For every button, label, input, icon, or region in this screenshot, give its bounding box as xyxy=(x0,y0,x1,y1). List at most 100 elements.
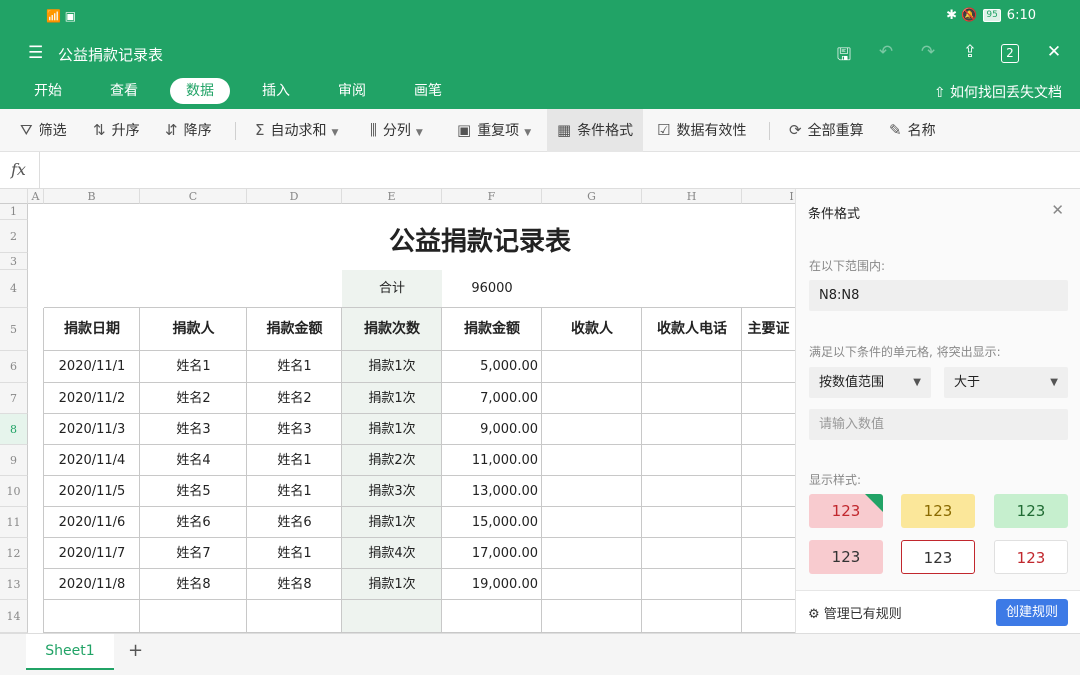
row-header[interactable]: 12 xyxy=(0,538,28,569)
name-button[interactable]: ✎ 名称 xyxy=(889,109,936,152)
add-sheet-button[interactable]: + xyxy=(128,640,143,661)
close-icon[interactable]: ✕ xyxy=(1043,42,1065,62)
autosum-button[interactable]: Σ 自动求和 ▼ xyxy=(255,109,338,152)
data-validation-button[interactable]: ☑ 数据有效性 xyxy=(657,109,746,152)
close-icon[interactable]: ✕ xyxy=(1051,201,1064,219)
spreadsheet-grid[interactable]: A B C D E F G H I 1 2 3 4 5 6 7 8 9 10 11 12 13 14 公益捐款记录表 合计 960… xyxy=(0,189,795,633)
manage-rules-button[interactable]: ⚙ 管理已有规则 xyxy=(808,603,902,622)
table-cell[interactable]: 7,000.00 xyxy=(442,383,542,414)
table-header[interactable]: 捐款金额 xyxy=(442,308,542,351)
row-header[interactable]: 10 xyxy=(0,476,28,507)
total-label[interactable]: 合计 xyxy=(342,270,442,308)
table-header[interactable]: 收款人电话 xyxy=(642,308,742,351)
row-header[interactable]: 2 xyxy=(0,220,28,253)
table-cell[interactable]: 捐款3次 xyxy=(342,476,442,507)
column-header[interactable]: E xyxy=(342,189,442,204)
redo-icon[interactable]: ↷ xyxy=(917,42,939,62)
conditional-format-button[interactable]: ▦ 条件格式 xyxy=(547,109,644,152)
style-swatch-red-fill[interactable]: 123 xyxy=(809,494,883,528)
table-cell[interactable]: 19,000.00 xyxy=(442,569,542,600)
table-cell[interactable]: 捐款1次 xyxy=(342,383,442,414)
table-header[interactable]: 主要证 xyxy=(742,308,795,351)
column-header[interactable]: G xyxy=(542,189,642,204)
condition-operator-select[interactable]: 大于 ▼ xyxy=(944,367,1068,398)
table-cell[interactable]: 姓名6 xyxy=(140,507,247,538)
table-cell[interactable]: 17,000.00 xyxy=(442,538,542,569)
table-cell[interactable]: 2020/11/3 xyxy=(44,414,140,445)
table-cell[interactable]: 姓名4 xyxy=(140,445,247,476)
table-cell[interactable]: 2020/11/4 xyxy=(44,445,140,476)
table-cell[interactable]: 9,000.00 xyxy=(442,414,542,445)
range-input[interactable]: N8:N8 xyxy=(809,280,1068,311)
table-cell[interactable]: 姓名2 xyxy=(247,383,342,414)
style-swatch-red-border[interactable]: 123 xyxy=(901,540,975,574)
style-swatch-green-fill[interactable]: 123 xyxy=(994,494,1068,528)
row-header[interactable]: 13 xyxy=(0,569,28,600)
row-header[interactable]: 11 xyxy=(0,507,28,538)
table-cell[interactable]: 姓名2 xyxy=(140,383,247,414)
tab-review[interactable]: 审阅 xyxy=(322,78,382,104)
column-header[interactable]: B xyxy=(44,189,140,204)
row-header[interactable]: 5 xyxy=(0,308,28,351)
table-cell[interactable]: 姓名3 xyxy=(247,414,342,445)
row-header[interactable]: 6 xyxy=(0,351,28,383)
create-rule-button[interactable]: 创建规则 xyxy=(996,599,1068,626)
table-cell[interactable]: 姓名8 xyxy=(140,569,247,600)
table-cell[interactable]: 姓名3 xyxy=(140,414,247,445)
table-cell[interactable]: 11,000.00 xyxy=(442,445,542,476)
table-cell[interactable]: 姓名1 xyxy=(140,351,247,383)
table-cell[interactable]: 姓名6 xyxy=(247,507,342,538)
column-header[interactable]: D xyxy=(247,189,342,204)
tab-start[interactable]: 开始 xyxy=(18,78,78,104)
table-cell[interactable]: 15,000.00 xyxy=(442,507,542,538)
tab-pen[interactable]: 画笔 xyxy=(398,78,458,104)
column-header[interactable]: F xyxy=(442,189,542,204)
style-swatch-pink-fill[interactable]: 123 xyxy=(809,540,883,574)
table-cell[interactable]: 5,000.00 xyxy=(442,351,542,383)
column-header[interactable]: A xyxy=(28,189,44,204)
save-icon[interactable]: 🖫 xyxy=(833,42,855,71)
condition-type-select[interactable]: 按数值范围 ▼ xyxy=(809,367,931,398)
fx-icon[interactable]: fx xyxy=(11,160,26,179)
window-count-icon[interactable]: 2 xyxy=(1001,44,1019,63)
value-input[interactable]: 请输入数值 xyxy=(809,409,1068,440)
table-cell[interactable]: 捐款1次 xyxy=(342,414,442,445)
row-header[interactable]: 9 xyxy=(0,445,28,476)
table-cell[interactable]: 2020/11/8 xyxy=(44,569,140,600)
table-cell[interactable]: 姓名1 xyxy=(247,445,342,476)
table-cell[interactable]: 捐款1次 xyxy=(342,507,442,538)
total-value[interactable]: 96000 xyxy=(442,270,542,308)
menu-icon[interactable]: ☰ xyxy=(28,43,43,63)
row-header[interactable]: 1 xyxy=(0,204,28,220)
table-cell[interactable]: 捐款1次 xyxy=(342,569,442,600)
table-cell[interactable]: 姓名1 xyxy=(247,351,342,383)
table-cell[interactable]: 2020/11/2 xyxy=(44,383,140,414)
undo-icon[interactable]: ↶ xyxy=(875,42,897,62)
sheet-tab[interactable]: Sheet1 xyxy=(26,634,114,670)
tab-view[interactable]: 查看 xyxy=(94,78,154,104)
table-cell[interactable]: 姓名5 xyxy=(140,476,247,507)
table-header[interactable]: 捐款次数 xyxy=(342,308,442,351)
tab-data[interactable]: 数据 xyxy=(170,78,230,104)
table-cell[interactable]: 2020/11/5 xyxy=(44,476,140,507)
table-cell[interactable]: 2020/11/1 xyxy=(44,351,140,383)
table-cell[interactable]: 姓名1 xyxy=(247,538,342,569)
table-cell[interactable]: 姓名8 xyxy=(247,569,342,600)
style-swatch-red-text[interactable]: 123 xyxy=(994,540,1068,574)
help-link[interactable]: ⇧ 如何找回丢失文档 xyxy=(934,82,1062,102)
row-header[interactable]: 7 xyxy=(0,383,28,414)
column-header[interactable]: I xyxy=(742,189,795,204)
row-header[interactable]: 4 xyxy=(0,270,28,308)
table-header[interactable]: 捐款金额 xyxy=(247,308,342,351)
row-header[interactable]: 14 xyxy=(0,600,28,633)
table-header[interactable]: 捐款人 xyxy=(140,308,247,351)
table-cell[interactable]: 捐款2次 xyxy=(342,445,442,476)
table-cell[interactable]: 13,000.00 xyxy=(442,476,542,507)
tab-insert[interactable]: 插入 xyxy=(246,78,306,104)
table-cell[interactable]: 捐款4次 xyxy=(342,538,442,569)
table-cell[interactable]: 姓名1 xyxy=(247,476,342,507)
share-icon[interactable]: ⇪ xyxy=(959,42,981,62)
row-header[interactable]: 3 xyxy=(0,253,28,270)
recalculate-button[interactable]: ⟳ 全部重算 xyxy=(789,109,864,152)
select-all-corner[interactable] xyxy=(0,189,28,204)
